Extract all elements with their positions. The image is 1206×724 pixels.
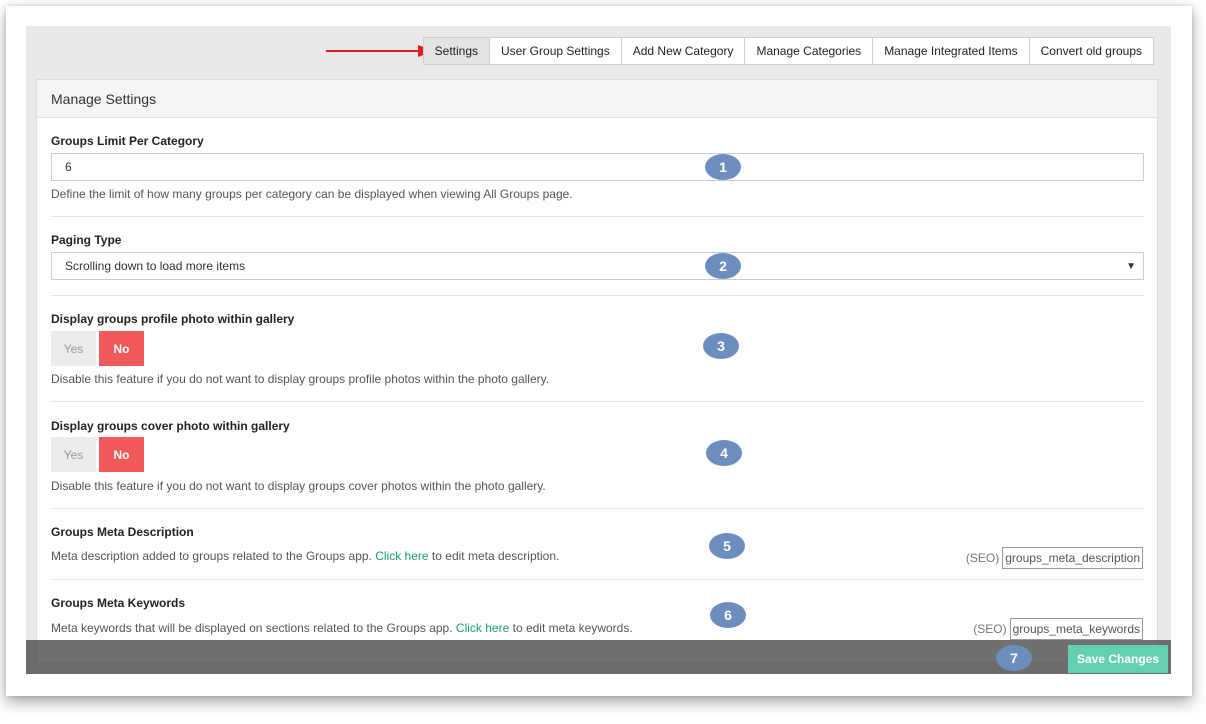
- caret-down-icon: ▼: [1126, 260, 1136, 272]
- meta-description-edit-link[interactable]: Click here: [375, 549, 428, 563]
- paging-type-select[interactable]: Scrolling down to load more items ▼: [51, 252, 1144, 280]
- annotation-badge-2: 2: [705, 253, 741, 279]
- cover-photo-help: Disable this feature if you do not want …: [51, 479, 546, 493]
- paging-type-label: Paging Type: [51, 233, 122, 247]
- groups-limit-help: Define the limit of how many groups per …: [51, 187, 573, 201]
- settings-tabs: Settings User Group Settings Add New Cat…: [422, 37, 1154, 65]
- profile-photo-help: Disable this feature if you do not want …: [51, 372, 550, 386]
- meta-keywords-label: Groups Meta Keywords: [51, 596, 186, 610]
- paging-type-value: Scrolling down to load more items: [65, 259, 246, 273]
- tab-settings[interactable]: Settings: [422, 37, 491, 65]
- meta-description-label: Groups Meta Description: [51, 525, 194, 539]
- groups-limit-label: Groups Limit Per Category: [51, 134, 204, 148]
- cover-photo-toggle: Yes No: [51, 437, 144, 472]
- tab-add-new-category[interactable]: Add New Category: [621, 37, 746, 65]
- annotation-badge-1: 1: [705, 154, 741, 180]
- annotation-badge-7: 7: [996, 645, 1032, 671]
- divider: [51, 508, 1144, 509]
- groups-limit-input[interactable]: 6: [51, 153, 1144, 181]
- divider: [51, 579, 1144, 580]
- settings-panel: Manage Settings Groups Limit Per Categor…: [36, 79, 1158, 663]
- profile-photo-yes-button[interactable]: Yes: [51, 331, 96, 366]
- seo-label: (SEO): [965, 551, 1000, 565]
- meta-keywords-edit-link[interactable]: Click here: [456, 621, 509, 635]
- cover-photo-label: Display groups cover photo within galler…: [51, 419, 290, 433]
- annotation-badge-3: 3: [703, 333, 739, 359]
- tab-convert-old-groups[interactable]: Convert old groups: [1029, 37, 1154, 65]
- tab-manage-categories[interactable]: Manage Categories: [745, 37, 874, 65]
- meta-description-seo-key[interactable]: groups_meta_description: [1002, 547, 1143, 569]
- tab-manage-integrated-items[interactable]: Manage Integrated Items: [873, 37, 1030, 65]
- panel-title: Manage Settings: [37, 80, 1157, 118]
- annotation-badge-5: 5: [709, 533, 745, 559]
- meta-description-seo: (SEO) groups_meta_description: [966, 547, 1143, 569]
- cover-photo-yes-button[interactable]: Yes: [51, 437, 96, 472]
- divider: [51, 216, 1144, 217]
- profile-photo-label: Display groups profile photo within gall…: [51, 312, 295, 326]
- meta-keywords-seo: (SEO) groups_meta_keywords: [973, 618, 1143, 640]
- save-changes-button[interactable]: Save Changes: [1068, 645, 1168, 673]
- admin-app: Settings User Group Settings Add New Cat…: [26, 26, 1171, 674]
- cover-photo-no-button[interactable]: No: [99, 437, 144, 472]
- sticky-footer-bar: 7 Save Changes: [26, 640, 1171, 674]
- tab-user-group-settings[interactable]: User Group Settings: [490, 37, 622, 65]
- red-arrow-annotation: [326, 45, 434, 57]
- divider: [51, 295, 1144, 296]
- profile-photo-toggle: Yes No: [51, 331, 144, 366]
- meta-keywords-seo-key[interactable]: groups_meta_keywords: [1009, 618, 1143, 640]
- seo-label: (SEO): [973, 622, 1007, 636]
- profile-photo-no-button[interactable]: No: [99, 331, 144, 366]
- annotation-badge-4: 4: [706, 440, 742, 466]
- annotation-badge-6: 6: [710, 602, 746, 628]
- divider: [51, 401, 1144, 402]
